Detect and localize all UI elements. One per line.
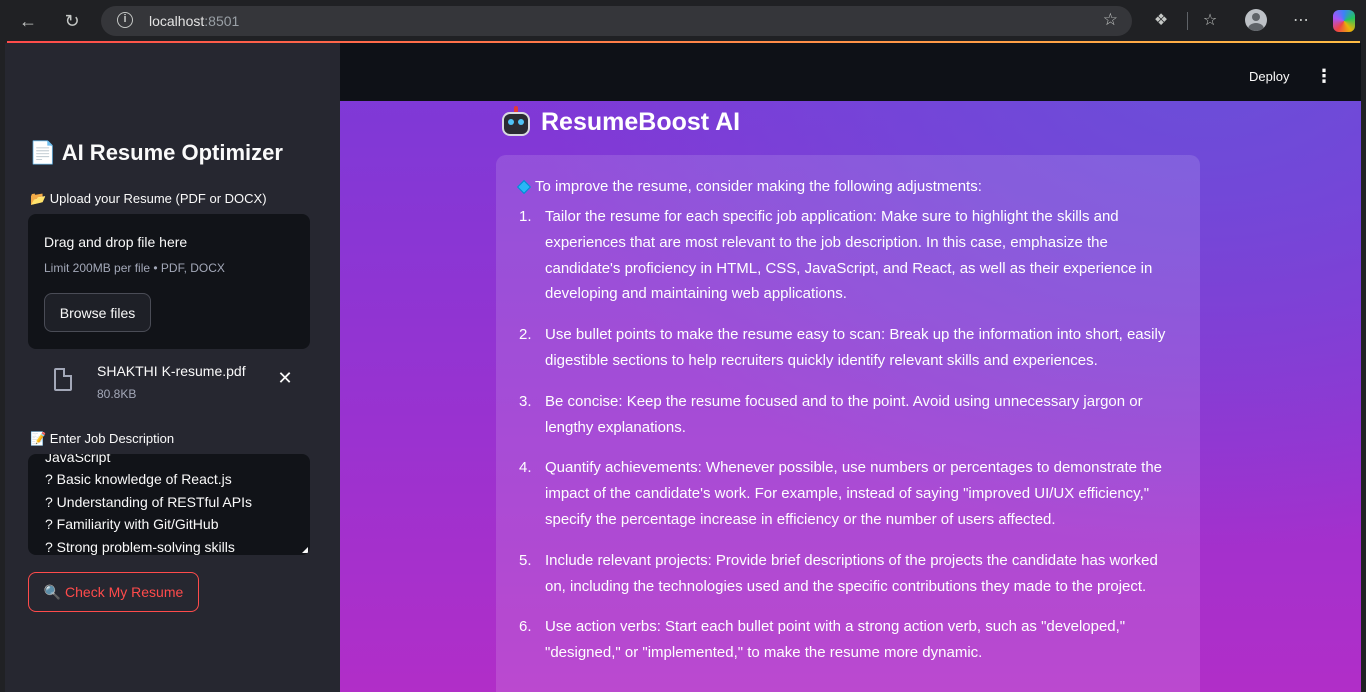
browse-files-button[interactable]: Browse files bbox=[44, 293, 151, 332]
resize-handle[interactable] bbox=[302, 547, 308, 553]
back-icon[interactable]: ← bbox=[15, 8, 41, 34]
bookmark-star-icon[interactable]: ☆ bbox=[1103, 10, 1118, 30]
jd-line: ? Familiarity with Git/GitHub bbox=[45, 516, 219, 533]
favorites-icon[interactable]: ☆ bbox=[1199, 10, 1221, 32]
suggestions-list: 1. Tailor the resume for each specific jo… bbox=[519, 204, 1179, 681]
copilot-icon[interactable] bbox=[1333, 10, 1355, 32]
diamond-icon bbox=[516, 179, 532, 194]
file-name: SHAKTHI K-resume.pdf bbox=[97, 363, 246, 379]
toolbar-divider bbox=[1187, 12, 1188, 30]
list-item: 4. Quantify achievements: Whenever possib… bbox=[519, 459, 1162, 528]
browser-toolbar: ← ↻ i localhost:8501 ☆ ❖ ☆ ⋯ bbox=[0, 0, 1366, 41]
uploaded-file: SHAKTHI K-resume.pdf 80.8KB ✕ bbox=[28, 356, 310, 406]
main-content: Deploy ⋮ ResumeBoost AI To improve the r… bbox=[340, 43, 1361, 692]
address-bar[interactable]: i localhost:8501 ☆ bbox=[101, 6, 1132, 36]
intro-text: To improve the resume, consider making t… bbox=[535, 178, 982, 195]
list-item: 2. Use bullet points to make the resume e… bbox=[519, 326, 1166, 369]
list-item: 6. Use action verbs: Start each bullet po… bbox=[519, 618, 1126, 662]
list-item: 1. Tailor the resume for each specific jo… bbox=[519, 208, 1153, 303]
file-size: 80.8KB bbox=[97, 387, 137, 401]
list-item: 3. Be concise: Keep the resume focused an… bbox=[519, 392, 1143, 436]
dropzone-text: Drag and drop file here bbox=[44, 234, 188, 250]
file-dropzone[interactable]: Drag and drop file here Limit 200MB per … bbox=[28, 214, 310, 349]
jd-line: JavaScript bbox=[45, 454, 111, 465]
upload-label: 📂 Upload your Resume (PDF or DOCX) bbox=[30, 191, 267, 206]
job-description-text: JavaScript ? Basic knowledge of React.js… bbox=[45, 454, 252, 555]
list-item: 5. Include relevant projects: Provide bri… bbox=[519, 551, 1158, 595]
profile-avatar-icon[interactable] bbox=[1245, 9, 1267, 31]
jd-line: ? Basic knowledge of React.js bbox=[45, 471, 232, 488]
main-menu-icon[interactable]: ⋮ bbox=[1315, 65, 1333, 87]
robot-icon bbox=[500, 106, 532, 138]
more-options-icon[interactable]: ⋯ bbox=[1290, 10, 1312, 32]
close-icon[interactable]: ✕ bbox=[275, 368, 295, 388]
suggestions-card: To improve the resume, consider making t… bbox=[496, 155, 1200, 692]
deploy-button[interactable]: Deploy bbox=[1249, 69, 1289, 84]
site-info-icon[interactable]: i bbox=[117, 12, 133, 28]
sidebar-title: 📄 AI Resume Optimizer bbox=[29, 140, 283, 165]
suggestions-intro: To improve the resume, consider making t… bbox=[516, 178, 982, 195]
page-title-text: ResumeBoost AI bbox=[541, 107, 741, 136]
check-resume-button[interactable]: 🔍 Check My Resume bbox=[28, 572, 199, 612]
app-header: Deploy ⋮ bbox=[340, 43, 1361, 101]
file-icon bbox=[54, 368, 72, 391]
job-description-label: 📝 Enter Job Description bbox=[30, 431, 175, 446]
reload-icon[interactable]: ↻ bbox=[59, 8, 85, 34]
url-text[interactable]: localhost:8501 bbox=[149, 13, 239, 29]
dropzone-limit: Limit 200MB per file • PDF, DOCX bbox=[44, 261, 225, 275]
jd-line: ? Understanding of RESTful APIs bbox=[45, 493, 252, 510]
extensions-icon[interactable]: ❖ bbox=[1150, 10, 1172, 32]
streamlit-app: 📄 AI Resume Optimizer 📂 Upload your Resu… bbox=[5, 43, 1361, 692]
jd-line: ? Strong problem-solving skills bbox=[45, 538, 235, 555]
job-description-input[interactable]: JavaScript ? Basic knowledge of React.js… bbox=[28, 454, 310, 555]
page-title: ResumeBoost AI bbox=[500, 106, 740, 138]
sidebar: 📄 AI Resume Optimizer 📂 Upload your Resu… bbox=[5, 43, 340, 692]
